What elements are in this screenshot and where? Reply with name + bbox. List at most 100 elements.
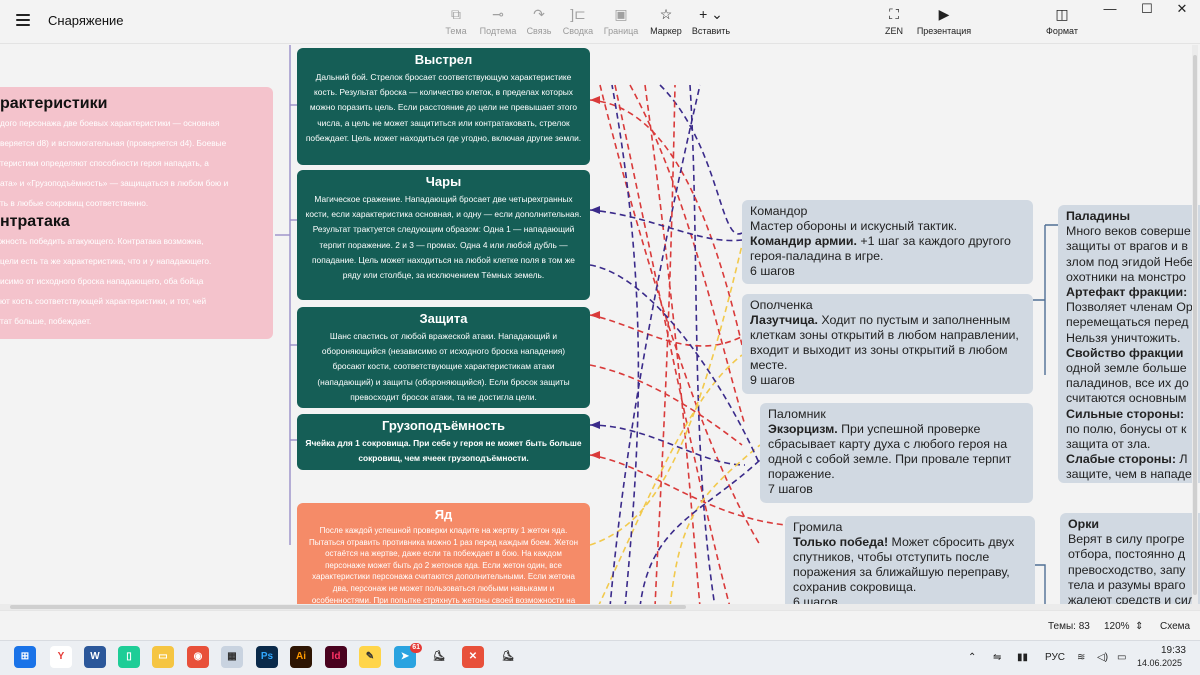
faction-line: Много веков соверше — [1066, 224, 1191, 239]
plus-icon: + ⌄ — [699, 6, 723, 22]
faction-line: защите, чем в нападе — [1066, 467, 1192, 482]
photos-icon[interactable]: ▦ — [221, 646, 243, 668]
text-line: теристики определяют способности героя н… — [0, 158, 209, 168]
text-line: ют кость соответствующей характеристики,… — [0, 296, 207, 306]
hero-brute-node[interactable]: Громила Только победа! Может сбросить дв… — [785, 516, 1035, 607]
windows-taskbar: ⊞ Y W ▯ ▭ ◉ ▦ Ps Ai Id ✎ ➤ 61 ⛸ ✕ ⛸ ⌃ ⇋ ▮… — [0, 640, 1200, 675]
presentation-icon: ▶ — [938, 6, 950, 22]
hero-steps: 7 шагов — [768, 482, 813, 496]
hero-ability: Только победа! Может сбросить двух спутн… — [793, 535, 1015, 594]
arrowhead — [590, 421, 600, 429]
toolbar: Снаряжение ⧉ Тема ⊸ Подтема ↷ Связь ]⊏ Сводк… — [0, 0, 1200, 44]
defense-node[interactable]: Защита Шанс спастись от любой вражеской … — [297, 307, 590, 408]
view-mode-button[interactable]: Схема — [1160, 621, 1190, 632]
faction-description: Много веков соверше защиты от врагов и в з… — [1066, 224, 1200, 482]
faction-line: защиты от врагов и в — [1066, 239, 1188, 254]
faction-line: Нельзя уничтожить. — [1066, 330, 1181, 345]
word-icon[interactable]: W — [84, 646, 106, 668]
mind-map-canvas[interactable]: рактеристики дого персонажа две боевых х… — [0, 45, 1200, 607]
text-line: тат больше, побеждает. — [0, 316, 92, 326]
notepad-icon[interactable]: ▯ — [118, 646, 140, 668]
tray-settings-icon[interactable]: ⇋ — [993, 652, 1001, 663]
wifi-icon[interactable]: ≋ — [1077, 652, 1085, 663]
arrowhead — [590, 451, 600, 459]
start-button[interactable]: ⊞ — [14, 646, 36, 668]
illustrator-icon[interactable]: Ai — [290, 646, 312, 668]
carry-capacity-title: Грузоподъёмность — [381, 418, 506, 433]
zoom-stepper-icon[interactable]: ⇕ — [1135, 621, 1143, 632]
text-line: исимо от исходного броска нападающего, о… — [0, 276, 204, 286]
relation-line — [589, 209, 743, 242]
hero-commander-node[interactable]: Командор Мастер обороны и искусный такти… — [742, 200, 1033, 284]
menu-icon[interactable] — [16, 14, 30, 26]
relation-line — [589, 264, 761, 466]
close-button[interactable]: ✕ — [1162, 2, 1200, 16]
scrollbar-thumb[interactable] — [10, 605, 686, 609]
app-icon[interactable]: ⛸ — [428, 646, 450, 668]
faction-line: считаются основным — [1066, 391, 1187, 406]
alice-icon[interactable]: ◉ — [187, 646, 209, 668]
hero-name: Командор — [750, 204, 808, 218]
notification-badge: 61 — [410, 643, 422, 653]
poison-node[interactable]: Яд После каждой успешной проверки кладит… — [297, 503, 590, 607]
xmind-icon[interactable]: ✕ — [462, 646, 484, 668]
vertical-scrollbar[interactable] — [1192, 45, 1198, 607]
telegram-icon[interactable]: ➤ 61 — [394, 643, 422, 668]
shot-title: Выстрел — [414, 52, 473, 67]
characteristics-node[interactable]: рактеристики дого персонажа две боевых х… — [0, 87, 273, 339]
faction-line: Сильные стороны: — [1066, 406, 1185, 421]
faction-line: паладинов, все их до — [1066, 376, 1189, 391]
spells-body: Магическое сражение. Нападающий бросает … — [305, 194, 582, 281]
hero-pilgrim-node[interactable]: Паломник Экзорцизм. При успешной проверк… — [760, 403, 1033, 503]
indesign-icon[interactable]: Id — [325, 646, 347, 668]
faction-paladins-node[interactable]: Паладины Много веков соверше защиты от вр… — [1058, 205, 1200, 483]
clock-date[interactable]: 14.06.2025 — [1137, 658, 1182, 668]
characteristics-title: рактеристики — [0, 95, 108, 112]
file-explorer-icon[interactable]: ▭ — [152, 646, 174, 668]
defense-body: Шанс спастись от любой вражеской атаки. … — [317, 331, 570, 402]
minimize-button[interactable]: — — [1090, 2, 1130, 16]
zoom-level[interactable]: 120% — [1104, 621, 1130, 632]
faction-line: тела и разумы враго — [1068, 577, 1186, 592]
counterattack-body: жность победить атакующего. Контратака в… — [0, 231, 273, 331]
hero-name: Ополченка — [750, 298, 813, 312]
format-panel-icon: ◫ — [1055, 6, 1069, 22]
poison-title: Яд — [434, 507, 453, 522]
tool-insert[interactable]: + ⌄ Вставить — [685, 6, 737, 36]
faction-line: защита от зла. — [1066, 437, 1151, 452]
tray-app-icon[interactable]: ▮▮ — [1017, 652, 1028, 663]
app-icon[interactable]: ⛸ — [497, 646, 519, 668]
carry-capacity-node[interactable]: Грузоподъёмность Ячейка для 1 сокровища.… — [297, 414, 590, 470]
hero-name: Громила — [793, 520, 843, 534]
battery-icon[interactable]: ▭ — [1117, 652, 1126, 663]
carry-capacity-body: Ячейка для 1 сокровища. При себе у героя… — [305, 438, 582, 464]
clock-time[interactable]: 19:33 — [1150, 645, 1186, 656]
spells-title: Чары — [425, 174, 462, 189]
faction-line: охотники на монстро — [1066, 269, 1186, 284]
faction-description: Верят в силу прогре отбора, постоянно д пр… — [1068, 532, 1200, 607]
tray-chevron-icon[interactable]: ⌃ — [968, 652, 976, 663]
yandex-browser-icon[interactable]: Y — [50, 646, 72, 668]
tool-presentation[interactable]: ▶ Презентация — [908, 6, 980, 36]
arrowhead — [590, 96, 600, 104]
faction-orcs-node[interactable]: Орки Верят в силу прогре отбора, постоянн… — [1060, 513, 1200, 607]
spells-node[interactable]: Чары Магическое сражение. Нападающий бро… — [297, 170, 590, 300]
scrollbar-thumb[interactable] — [1193, 55, 1197, 595]
volume-icon[interactable]: ◁) — [1097, 652, 1108, 663]
faction-line: Артефакт фракции: — [1066, 285, 1188, 300]
photoshop-icon[interactable]: Ps — [256, 646, 278, 668]
tool-format[interactable]: ◫ Формат — [1036, 6, 1088, 36]
maximize-button[interactable]: ☐ — [1127, 2, 1167, 16]
hero-ability: Командир армии. +1 шаг за каждого другог… — [750, 234, 1011, 263]
notes-icon[interactable]: ✎ — [359, 646, 381, 668]
defense-title: Защита — [419, 311, 468, 326]
faction-line: по полю, бонусы от к — [1066, 421, 1187, 436]
faction-line: одной земле больше — [1066, 361, 1187, 376]
hero-militia-node[interactable]: Ополченка Лазутчица. Ходит по пустым и з… — [742, 294, 1033, 394]
text-line: жность победить атакующего. Контратака в… — [0, 236, 204, 246]
tree-connector — [1033, 224, 1058, 375]
hero-steps: 6 шагов — [750, 264, 795, 278]
language-indicator[interactable]: РУС — [1045, 652, 1065, 663]
hero-name: Паломник — [768, 407, 826, 421]
shot-node[interactable]: Выстрел Дальний бой. Стрелок бросает соо… — [297, 48, 590, 165]
